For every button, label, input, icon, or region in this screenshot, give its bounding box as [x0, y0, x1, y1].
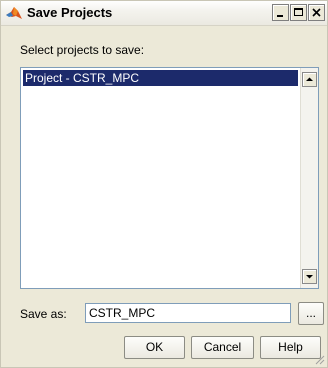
maximize-button[interactable] — [290, 4, 307, 21]
matlab-logo-icon — [5, 5, 23, 21]
list-item[interactable]: Project - CSTR_MPC — [23, 70, 298, 86]
help-button[interactable]: Help — [260, 336, 321, 359]
cancel-button[interactable]: Cancel — [191, 336, 254, 359]
scroll-down-button[interactable] — [302, 269, 317, 284]
save-as-input[interactable] — [85, 303, 291, 323]
projects-listbox[interactable]: Project - CSTR_MPC — [20, 67, 319, 289]
minimize-button[interactable] — [272, 4, 289, 21]
window-title: Save Projects — [27, 5, 113, 20]
close-button[interactable] — [308, 4, 325, 21]
ok-button[interactable]: OK — [124, 336, 185, 359]
arrow-down-icon — [306, 275, 313, 279]
vertical-scrollbar[interactable] — [300, 68, 318, 288]
resize-grip[interactable] — [313, 353, 325, 365]
title-bar[interactable]: Save Projects — [1, 1, 327, 26]
arrow-up-icon — [306, 77, 313, 81]
close-icon — [312, 8, 321, 17]
projects-label: Select projects to save: — [20, 43, 145, 57]
maximize-icon — [294, 8, 303, 16]
browse-button[interactable]: ... — [298, 302, 324, 325]
scroll-up-button[interactable] — [302, 72, 317, 87]
save-projects-dialog: Save Projects Select projects to save: P… — [0, 0, 328, 368]
resize-grip-icon — [315, 355, 325, 365]
save-as-label: Save as: — [20, 307, 67, 321]
minimize-icon — [277, 15, 283, 17]
